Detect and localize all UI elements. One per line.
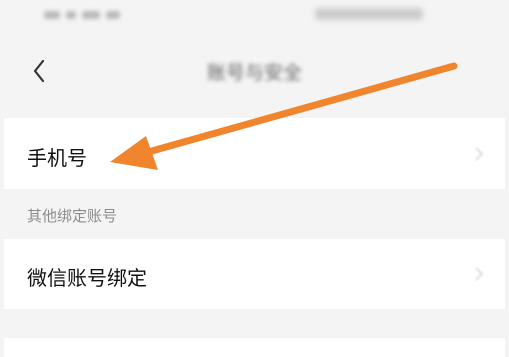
section-header-label: 其他绑定账号	[27, 207, 118, 225]
phone-number-row[interactable]: 手机号	[4, 118, 505, 189]
wechat-binding-row[interactable]: 微信账号绑定	[4, 239, 505, 309]
wechat-binding-label: 微信账号绑定	[27, 266, 147, 290]
page-title: 账号与安全	[206, 62, 302, 84]
navigation-bar: 账号与安全	[0, 42, 509, 102]
status-bar	[0, 0, 509, 42]
section-header-other-bindings: 其他绑定账号	[0, 190, 509, 238]
battery-time-icons	[315, 8, 423, 20]
phone-number-label: 手机号	[27, 146, 87, 170]
next-row-partial[interactable]	[4, 338, 505, 357]
chevron-right-icon	[475, 147, 483, 161]
chevron-right-icon	[475, 267, 483, 281]
signal-wifi-icons	[44, 8, 140, 22]
